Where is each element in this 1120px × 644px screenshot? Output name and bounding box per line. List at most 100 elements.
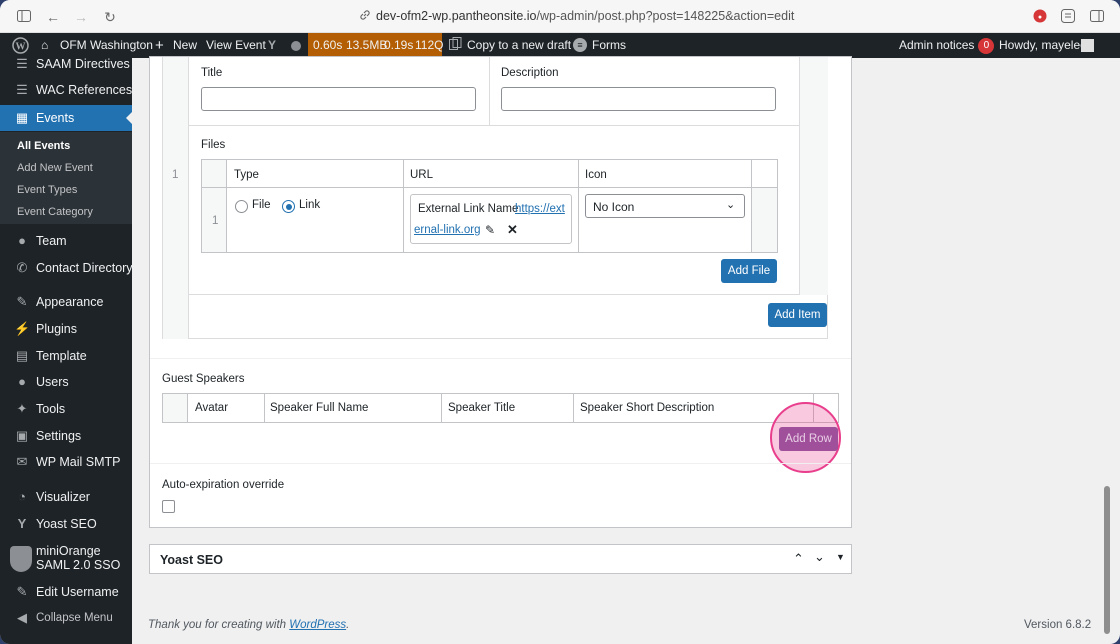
- files-header-type: Type: [234, 169, 259, 181]
- sidebar-item-visualizer[interactable]: ◔ Visualizer: [0, 484, 132, 510]
- speakers-header-title: Speaker Title: [448, 402, 516, 414]
- add-file-button[interactable]: Add File: [721, 259, 777, 283]
- radio-checked-dot: [285, 203, 292, 210]
- split-view-icon[interactable]: [1089, 9, 1105, 25]
- page-scrollbar[interactable]: [1104, 486, 1110, 634]
- sidebar-item-events[interactable]: ▦ Events: [0, 105, 132, 131]
- database-icon: ☰: [16, 56, 28, 71]
- sidebar-item-label: Tools: [36, 402, 66, 416]
- reader-icon[interactable]: [1060, 9, 1076, 25]
- footer-thanks-suffix: .: [346, 619, 350, 631]
- sidebar-item-template[interactable]: ▤ Template: [0, 343, 132, 369]
- sidebar-item-label: Plugins: [36, 322, 77, 336]
- sidebar-item-label: miniOrange: [36, 544, 101, 558]
- add-item-button[interactable]: Add Item: [768, 303, 827, 327]
- forms-link[interactable]: Forms: [592, 33, 626, 58]
- extension-icon[interactable]: ●: [1032, 9, 1048, 25]
- admin-sidebar: ☰ SAAM Directives ☰ WAC References ▦ Eve…: [0, 56, 133, 644]
- sidebar-item-saam-directives[interactable]: ☰ SAAM Directives: [0, 51, 132, 77]
- files-header-divider: [201, 187, 778, 188]
- chart-icon: ◔: [18, 489, 26, 504]
- perf-queries: 112Q: [415, 38, 444, 52]
- icon-select[interactable]: No Icon ⌄: [585, 194, 745, 218]
- edit-pencil-icon[interactable]: ✎: [485, 223, 495, 237]
- mail-icon: ✉: [16, 454, 28, 469]
- add-row-button[interactable]: Add Row: [779, 427, 838, 451]
- view-event-link[interactable]: View Event: [206, 33, 266, 58]
- sidebar-item-label-line2: SAML 2.0 SSO: [36, 558, 121, 572]
- wordpress-link[interactable]: WordPress: [289, 619, 346, 631]
- admin-notices-link[interactable]: Admin notices 0: [899, 33, 995, 58]
- repeater-row-actions[interactable]: [799, 57, 828, 295]
- sidebar-item-wp-mail-smtp[interactable]: ✉ WP Mail SMTP: [0, 449, 132, 475]
- address-bar[interactable]: dev-ofm2-wp.pantheonsite.io/wp-admin/pos…: [376, 9, 794, 23]
- title-label: Title: [201, 67, 223, 79]
- files-row-handle[interactable]: [201, 159, 227, 253]
- sidebar-item-label: Edit Username: [36, 585, 119, 599]
- link-url-line2[interactable]: ernal-link.org: [414, 224, 480, 236]
- link-name: External Link Name: [418, 203, 519, 215]
- back-icon[interactable]: ←: [45, 9, 61, 25]
- sidebar-item-tools[interactable]: ✦ Tools: [0, 396, 132, 422]
- col-divider: [264, 393, 265, 423]
- new-content-link[interactable]: New: [173, 33, 197, 58]
- submenu-add-new-event[interactable]: Add New Event: [17, 162, 93, 174]
- footer-thanks: Thank you for creating with WordPress.: [148, 619, 349, 631]
- submenu-event-category[interactable]: Event Category: [17, 206, 93, 218]
- link-url-line1[interactable]: https://ext: [515, 203, 565, 215]
- avatar[interactable]: [1081, 39, 1094, 52]
- sidebar-item-plugins[interactable]: ⚡ Plugins: [0, 316, 132, 342]
- close-icon[interactable]: ✕: [507, 222, 518, 238]
- sidebar-item-yoast-seo[interactable]: Y Yoast SEO: [0, 511, 132, 537]
- footer-thanks-prefix: Thank you for creating with: [148, 619, 290, 631]
- query-monitor-bar[interactable]: 0.60s 13.5MB 0.19s 112Q: [308, 33, 444, 58]
- main-content: 1 Title Description Files Type URL Icon …: [132, 56, 1120, 644]
- move-down-icon[interactable]: ⌄: [814, 549, 825, 565]
- type-link-radio[interactable]: [282, 200, 295, 213]
- auto-expiration-checkbox[interactable]: [162, 500, 175, 513]
- howdy-user-link[interactable]: Howdy, mayelee: [999, 33, 1087, 58]
- speakers-order-col: [162, 393, 188, 423]
- sidebar-item-contact-directory[interactable]: ✆ Contact Directory: [0, 255, 133, 281]
- sidebar-item-label: Contact Directory: [36, 261, 133, 275]
- forms-icon: ≡: [573, 38, 587, 52]
- wp-admin-bar: W ⌂ OFM Washington + New View Event Y 0.…: [0, 33, 1120, 58]
- files-label: Files: [201, 139, 226, 151]
- sidebar-item-edit-username[interactable]: ✎ Edit Username: [0, 579, 132, 605]
- title-input[interactable]: [201, 87, 476, 111]
- col-divider: [403, 159, 404, 253]
- copy-to-draft-link[interactable]: Copy to a new draft: [467, 33, 571, 58]
- calendar-icon: ▦: [15, 110, 29, 125]
- sidebar-item-settings[interactable]: ▣ Settings: [0, 423, 132, 449]
- col-divider: [441, 393, 442, 423]
- sidebar-item-team[interactable]: ● Team: [0, 228, 132, 254]
- yoast-adminbar-icon[interactable]: Y: [268, 33, 276, 58]
- user-icon: ●: [18, 374, 26, 389]
- files-row-actions[interactable]: [752, 188, 777, 252]
- sidebar-item-wac-references[interactable]: ☰ WAC References: [0, 77, 132, 103]
- field-divider: [489, 57, 490, 125]
- description-input[interactable]: [501, 87, 776, 111]
- yoast-box-title: Yoast SEO: [160, 553, 223, 567]
- reload-icon[interactable]: ↻: [102, 9, 118, 25]
- forward-icon[interactable]: →: [73, 9, 89, 25]
- files-header-url: URL: [410, 169, 434, 181]
- collapse-menu-button[interactable]: ◀ Collapse Menu: [0, 605, 132, 631]
- submenu-event-types[interactable]: Event Types: [17, 184, 77, 196]
- submenu-all-events[interactable]: All Events: [17, 140, 70, 152]
- section-divider: [150, 358, 851, 359]
- sidebar-item-miniorange[interactable]: miniOrange SAML 2.0 SSO: [0, 544, 132, 576]
- shield-icon: [10, 546, 32, 572]
- sidebar-toggle-icon[interactable]: [16, 9, 32, 25]
- sidebar-item-label: Users: [36, 375, 69, 389]
- toggle-panel-icon[interactable]: ▼: [836, 552, 845, 562]
- plus-icon: +: [155, 37, 164, 54]
- type-file-radio[interactable]: [235, 200, 248, 213]
- sidebar-item-users[interactable]: ● Users: [0, 369, 132, 395]
- sidebar-item-appearance[interactable]: ✎ Appearance: [0, 289, 132, 315]
- col-divider: [573, 393, 574, 423]
- move-up-icon[interactable]: ⌃: [793, 551, 804, 567]
- yoast-icon: Y: [17, 516, 27, 531]
- repeater-row-handle[interactable]: 1: [163, 57, 189, 339]
- type-file-label: File: [252, 199, 271, 211]
